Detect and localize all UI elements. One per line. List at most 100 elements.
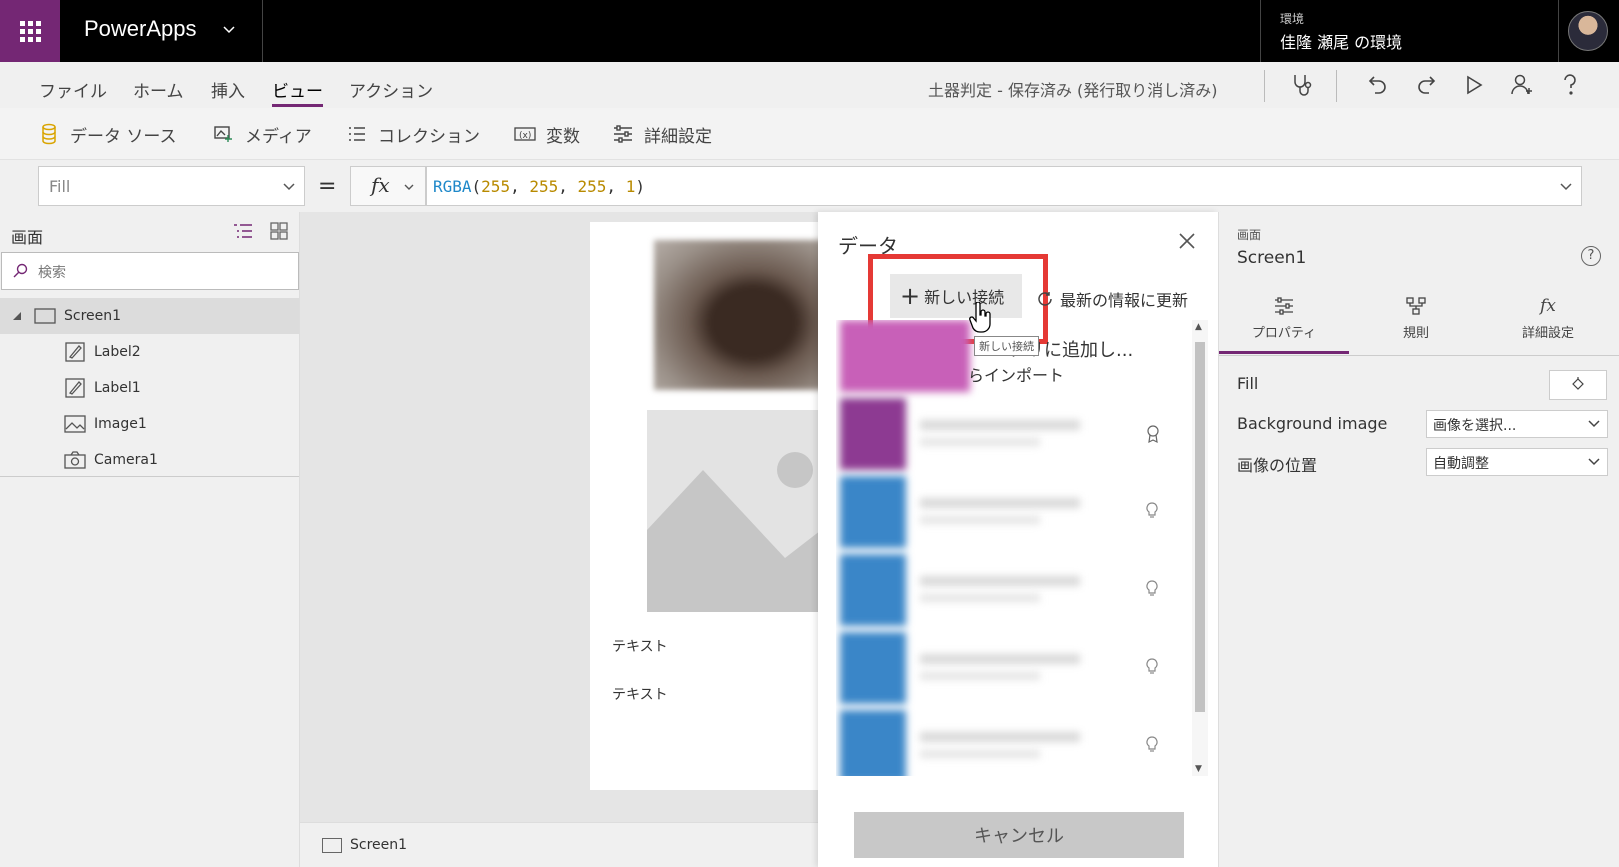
tree-item-image1[interactable]: Image1: [0, 406, 299, 442]
list-item[interactable]: [836, 632, 1186, 704]
connector-thumbnail: [840, 476, 906, 548]
label1-preview[interactable]: テキスト: [612, 684, 668, 704]
tab-rules[interactable]: 規則: [1351, 294, 1481, 354]
blurred-text: [920, 594, 1040, 602]
tree-search-input[interactable]: 検索: [1, 252, 299, 290]
tab-label: プロパティ: [1251, 326, 1317, 341]
scroll-up-arrow-icon[interactable]: ▲: [1195, 322, 1202, 332]
settings-sliders-icon: [1219, 294, 1349, 318]
camera-control-icon: [64, 449, 86, 471]
connector-thumbnail: [840, 632, 906, 704]
blurred-text: [920, 438, 1040, 446]
list-item[interactable]: [836, 476, 1186, 548]
formula-input[interactable]: RGBA(255, 255, 255, 1): [426, 166, 1582, 206]
image-position-label: 画像の位置: [1237, 456, 1318, 475]
formula-paren-close: ): [635, 177, 645, 196]
list-scrollbar[interactable]: ▲ ▼: [1192, 320, 1208, 776]
tree-item-label2[interactable]: Label2: [0, 334, 299, 370]
list-item[interactable]: [836, 554, 1186, 626]
label-control-icon: [64, 377, 86, 399]
current-screen-name[interactable]: Screen1: [350, 837, 407, 853]
redo-icon[interactable]: [1412, 71, 1440, 99]
media-icon: [213, 123, 235, 145]
ribbon: データ ソース メディア コレクション (x) 変数 詳細設定: [0, 108, 1619, 160]
tree-item-label1[interactable]: Label1: [0, 370, 299, 406]
menu-file[interactable]: ファイル: [39, 77, 107, 102]
avatar[interactable]: [1568, 11, 1608, 51]
image1-placeholder[interactable]: [647, 410, 847, 612]
formula-arg-green: 255: [529, 177, 559, 196]
divider: [1558, 0, 1559, 62]
divider: [1260, 0, 1261, 62]
play-icon[interactable]: [1460, 71, 1488, 99]
fill-color-picker[interactable]: [1549, 370, 1607, 400]
label2-preview[interactable]: テキスト: [612, 636, 668, 656]
tree-item-screen1[interactable]: Screen1: [0, 298, 299, 334]
stethoscope-icon[interactable]: [1288, 71, 1316, 99]
help-icon[interactable]: [1556, 71, 1584, 99]
chevron-down-icon[interactable]: [1559, 179, 1573, 193]
lightbulb-icon: [1146, 502, 1158, 518]
environment-name[interactable]: 佳隆 瀬尾 の環境: [1280, 29, 1402, 53]
blurred-text: [920, 654, 1080, 664]
lightbulb-icon: [1146, 658, 1158, 674]
menu-view[interactable]: ビュー: [272, 77, 323, 107]
blurred-text: [920, 498, 1080, 508]
list-item[interactable]: [836, 710, 1186, 776]
variables-button[interactable]: (x) 変数: [514, 120, 580, 148]
background-image-dropdown[interactable]: 画像を選択...: [1426, 410, 1608, 438]
media-button[interactable]: メディア: [213, 120, 312, 148]
menu-home[interactable]: ホーム: [133, 77, 184, 102]
tree-item-camera1[interactable]: Camera1: [0, 442, 299, 478]
formula-sep: ,: [558, 177, 578, 196]
list-item[interactable]: [836, 398, 1186, 470]
expand-triangle-icon[interactable]: [12, 311, 22, 321]
property-dropdown[interactable]: Fill: [38, 166, 305, 206]
tab-properties[interactable]: プロパティ: [1219, 294, 1349, 354]
chevron-down-icon[interactable]: [222, 22, 236, 36]
hand-cursor-icon: [969, 302, 991, 333]
menu-action[interactable]: アクション: [349, 77, 433, 102]
close-icon[interactable]: [1178, 232, 1196, 250]
advanced-settings-button[interactable]: 詳細設定: [612, 120, 712, 148]
tree-search-placeholder: 検索: [38, 265, 66, 281]
menu-insert[interactable]: 挿入: [211, 77, 245, 102]
properties-panel: 画面 Screen1 ? プロパティ 規則 fx 詳細設定 Fill Backg…: [1218, 212, 1619, 867]
connection-list[interactable]: [836, 320, 1186, 776]
connector-thumbnail: [840, 398, 906, 470]
app-name[interactable]: PowerApps: [84, 16, 197, 42]
function-picker-button[interactable]: fx: [350, 166, 426, 206]
divider: [1219, 355, 1619, 356]
image-position-dropdown[interactable]: 自動調整: [1426, 448, 1608, 476]
tooltip: 新しい接続: [974, 336, 1039, 356]
undo-icon[interactable]: [1364, 71, 1392, 99]
lightbulb-icon: [1146, 580, 1158, 596]
camera-preview[interactable]: [654, 240, 834, 390]
menu-bar: ファイル ホーム 挿入 ビュー アクション 土器判定 - 保存済み (発行取り消…: [0, 62, 1619, 108]
refresh-button[interactable]: 最新の情報に更新: [1036, 287, 1188, 311]
help-icon[interactable]: ?: [1581, 246, 1601, 266]
variables-label: 変数: [546, 126, 580, 147]
app-launcher-button[interactable]: [0, 0, 60, 62]
connector-thumbnail: [840, 554, 906, 626]
image-position-value: 自動調整: [1433, 456, 1489, 472]
collections-button[interactable]: コレクション: [346, 120, 480, 148]
tab-advanced[interactable]: fx 詳細設定: [1483, 294, 1613, 354]
blurred-text: [920, 672, 1040, 680]
image-placeholder-icon: [647, 452, 847, 612]
label-control-icon: [64, 341, 86, 363]
tree-view-title: 画面: [11, 228, 44, 247]
cancel-button[interactable]: キャンセル: [854, 812, 1184, 858]
list-icon: [346, 123, 368, 145]
scroll-down-arrow-icon[interactable]: ▼: [1195, 764, 1202, 774]
tab-label: 規則: [1402, 326, 1429, 341]
share-user-icon[interactable]: [1508, 71, 1536, 99]
tree-list-view-icon[interactable]: [232, 222, 254, 240]
thumbnail-view-icon[interactable]: [270, 222, 288, 240]
data-source-button[interactable]: データ ソース: [38, 120, 177, 148]
fx-icon: fx: [371, 173, 390, 197]
variable-icon: (x): [514, 123, 536, 145]
data-source-label: データ ソース: [70, 126, 177, 147]
scrollbar-thumb[interactable]: [1195, 342, 1205, 712]
media-label: メディア: [245, 126, 312, 147]
